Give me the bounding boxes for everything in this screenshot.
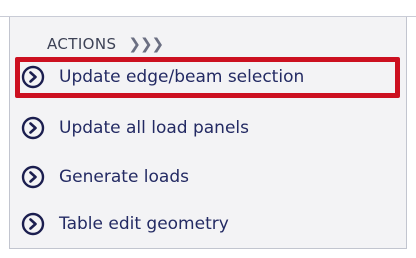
top-strip	[0, 0, 416, 16]
chevron-right-circle-icon	[21, 212, 45, 236]
action-generate-loads[interactable]: Generate loads	[21, 160, 189, 194]
action-label: Generate loads	[59, 167, 189, 187]
action-label: Update all load panels	[59, 118, 249, 138]
action-update-all-load-panels[interactable]: Update all load panels	[21, 111, 249, 145]
actions-header[interactable]: ACTIONS ❯❯❯	[47, 32, 164, 56]
chevron-right-circle-icon	[21, 165, 45, 189]
actions-header-label: ACTIONS	[47, 35, 117, 53]
chevron-right-circle-icon	[21, 65, 45, 89]
expand-chevrons-icon: ❯❯❯	[128, 35, 164, 53]
action-label: Table edit geometry	[59, 214, 229, 234]
chevron-right-circle-icon	[21, 116, 45, 140]
action-label: Update edge/beam selection	[59, 67, 305, 87]
action-update-edge-beam-selection[interactable]: Update edge/beam selection	[21, 60, 304, 94]
action-table-edit-geometry[interactable]: Table edit geometry	[21, 207, 229, 241]
